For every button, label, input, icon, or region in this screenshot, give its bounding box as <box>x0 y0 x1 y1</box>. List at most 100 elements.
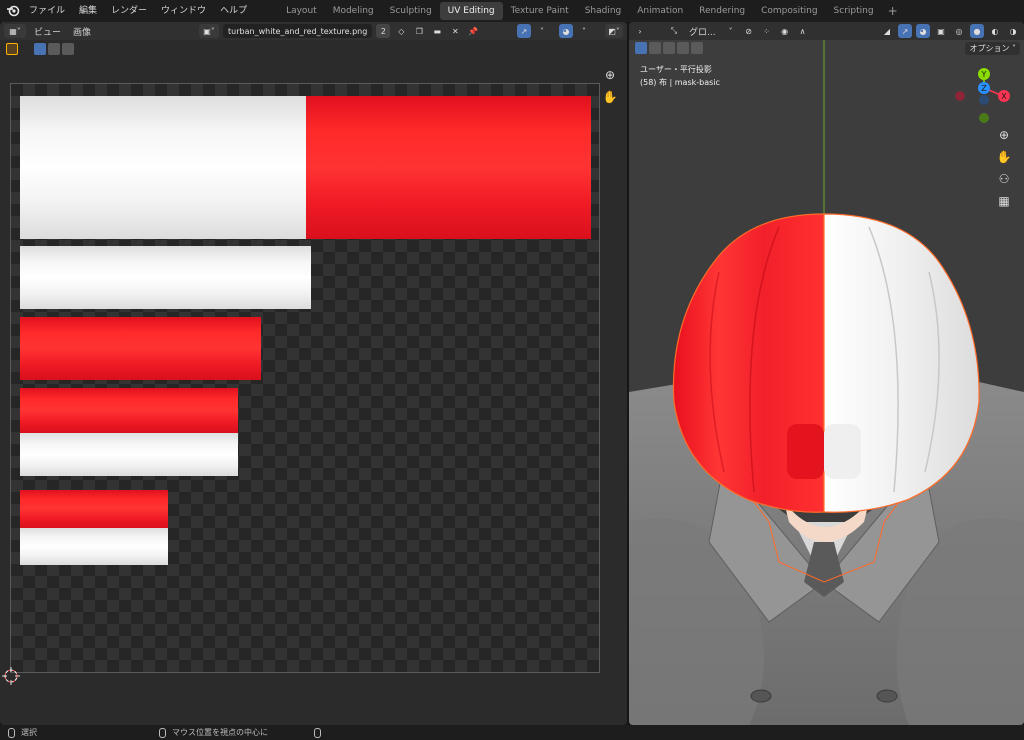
uv-island-red-band[interactable] <box>20 317 261 380</box>
uv-tool-header <box>0 40 627 58</box>
tab-layout[interactable]: Layout <box>278 2 325 20</box>
select-cursor-tool-icon[interactable] <box>6 43 18 55</box>
select-subtract-mode-icon[interactable] <box>62 43 74 55</box>
gizmo-toggle-icon[interactable]: ↗ <box>898 24 912 38</box>
tab-sculpting[interactable]: Sculpting <box>382 2 440 20</box>
pan-hand-icon[interactable]: ✋ <box>995 148 1013 166</box>
fake-user-shield-icon[interactable]: ◇ <box>394 24 408 38</box>
falloff-curve-icon[interactable]: ∧ <box>796 24 810 38</box>
uv-island-knot-white[interactable] <box>20 433 238 476</box>
3d-viewport-area[interactable]: › ⤡ グロ... ˅ ⊘ ⁘ ◉ ∧ ◢ ↗ ◕ ▣ ◎ ● ◐ ◑ オプショ… <box>629 22 1024 725</box>
uv-sync-selection-icon[interactable]: ↗ <box>517 24 531 38</box>
mouse-right-icon <box>314 727 321 738</box>
ortho-grid-icon[interactable]: ▦ <box>995 192 1013 210</box>
uv-island-small-white[interactable] <box>20 528 168 565</box>
add-workspace-button[interactable]: + <box>882 4 904 18</box>
options-dropdown[interactable]: オプション ˅ <box>965 42 1020 55</box>
svg-text:Y: Y <box>981 70 987 79</box>
uv-island-knot-red[interactable] <box>20 388 238 433</box>
material-shading-icon[interactable]: ◐ <box>988 24 1002 38</box>
solid-shading-icon[interactable]: ● <box>970 24 984 38</box>
menu-view[interactable]: ビュー <box>30 25 65 38</box>
display-channels-icon[interactable]: ◩˅ <box>605 24 623 38</box>
chevron-down-icon[interactable]: ˅ <box>535 24 549 38</box>
status-select-hint: 選択 <box>21 728 37 737</box>
tab-modeling[interactable]: Modeling <box>325 2 382 20</box>
zoom-icon[interactable]: ⊕ <box>601 66 619 84</box>
gizmo-neg-x-axis[interactable] <box>955 91 965 101</box>
image-name-field[interactable]: turban_white_and_red_texture.png <box>223 24 373 38</box>
open-image-folder-icon[interactable]: ▬ <box>430 24 444 38</box>
gizmo-neg-z-axis[interactable] <box>979 95 989 105</box>
chevron-right-icon[interactable]: › <box>633 24 647 38</box>
menu-window[interactable]: ウィンドウ <box>154 0 213 22</box>
pin-icon[interactable]: 📌 <box>466 24 480 38</box>
image-users-count[interactable]: 2 <box>376 24 391 38</box>
uv-texture-canvas[interactable] <box>10 83 600 673</box>
view-name-label: ユーザー・平行投影 <box>640 65 712 74</box>
tab-scripting[interactable]: Scripting <box>826 2 882 20</box>
duplicate-image-icon[interactable]: ❐ <box>412 24 426 38</box>
overlay-icon[interactable]: ◕ <box>559 24 573 38</box>
select-mode-group <box>635 42 703 54</box>
object-info-label: (58) 布 | mask-basic <box>640 78 720 87</box>
camera-view-icon[interactable]: ⚇ <box>995 170 1013 188</box>
top-menu-bar: ファイル 編集 レンダー ウィンドウ ヘルプ Layout Modeling S… <box>0 0 1024 22</box>
mouse-left-icon <box>8 727 15 738</box>
pan-hand-icon[interactable]: ✋ <box>601 88 619 106</box>
visibility-eye-icon[interactable]: ◢ <box>880 24 894 38</box>
overlay-toggle-icon[interactable]: ◕ <box>916 24 930 38</box>
menu-edit[interactable]: 編集 <box>72 0 104 22</box>
navigation-gizmo[interactable]: Y Z X <box>954 64 1014 124</box>
viewport-header: › ⤡ グロ... ˅ ⊘ ⁘ ◉ ∧ ◢ ↗ ◕ ▣ ◎ ● ◐ ◑ <box>629 22 1024 40</box>
tab-uv-editing[interactable]: UV Editing <box>439 2 503 20</box>
status-bar: 選択 マウス位置を視点の中心に <box>0 725 1024 740</box>
select-subtract-mode-icon[interactable] <box>663 42 675 54</box>
select-invert-mode-icon[interactable] <box>677 42 689 54</box>
transform-orientation-icon[interactable]: ⤡ <box>667 24 681 38</box>
svg-text:X: X <box>1001 92 1007 101</box>
svg-text:Z: Z <box>981 84 987 93</box>
select-extend-mode-icon[interactable] <box>48 43 60 55</box>
workspace-tabs: Layout Modeling Sculpting UV Editing Tex… <box>278 0 904 22</box>
uv-island-white-large[interactable] <box>20 96 306 239</box>
uv-editor-header: ▦˅ ビュー 画像 ▣˅ turban_white_and_red_textur… <box>0 22 627 40</box>
select-new-mode-icon[interactable] <box>34 43 46 55</box>
uv-island-white-band[interactable] <box>20 246 311 309</box>
uv-editor-area[interactable]: ▦˅ ビュー 画像 ▣˅ turban_white_and_red_textur… <box>0 22 627 725</box>
chevron-down-icon[interactable]: ˅ <box>724 24 738 38</box>
snap-grid-icon[interactable]: ⁘ <box>760 24 774 38</box>
gizmo-neg-y-axis[interactable] <box>979 113 989 123</box>
options-label: オプション <box>969 44 1010 53</box>
select-new-mode-icon[interactable] <box>635 42 647 54</box>
uv-island-small-red[interactable] <box>20 490 168 528</box>
unlink-image-close-icon[interactable]: ✕ <box>448 24 462 38</box>
viewport-scene[interactable] <box>629 22 1024 725</box>
uv-island-red-large[interactable] <box>306 96 591 239</box>
zoom-icon[interactable]: ⊕ <box>995 126 1013 144</box>
tab-rendering[interactable]: Rendering <box>691 2 753 20</box>
blender-logo-icon[interactable] <box>4 2 22 20</box>
select-intersect-mode-icon[interactable] <box>691 42 703 54</box>
tab-shading[interactable]: Shading <box>577 2 630 20</box>
transform-orientation-dropdown[interactable]: グロ... <box>685 25 720 38</box>
rendered-shading-icon[interactable]: ◑ <box>1006 24 1020 38</box>
mouse-middle-icon <box>159 727 166 738</box>
status-center-view-hint: マウス位置を視点の中心に <box>172 728 268 737</box>
2d-cursor-icon[interactable] <box>2 667 20 685</box>
xray-toggle-icon[interactable]: ▣ <box>934 24 948 38</box>
tab-texture-paint[interactable]: Texture Paint <box>503 2 577 20</box>
menu-render[interactable]: レンダー <box>104 0 154 22</box>
proportional-edit-icon[interactable]: ◉ <box>778 24 792 38</box>
tab-compositing[interactable]: Compositing <box>753 2 825 20</box>
wireframe-shading-icon[interactable]: ◎ <box>952 24 966 38</box>
select-extend-mode-icon[interactable] <box>649 42 661 54</box>
menu-image[interactable]: 画像 <box>69 25 95 38</box>
menu-help[interactable]: ヘルプ <box>213 0 254 22</box>
pivot-point-icon[interactable]: ⊘ <box>742 24 756 38</box>
menu-file[interactable]: ファイル <box>22 0 72 22</box>
tab-animation[interactable]: Animation <box>629 2 691 20</box>
editor-type-icon[interactable]: ▦˅ <box>4 24 26 38</box>
chevron-down-icon[interactable]: ˅ <box>577 24 591 38</box>
image-browse-icon[interactable]: ▣˅ <box>199 24 220 38</box>
